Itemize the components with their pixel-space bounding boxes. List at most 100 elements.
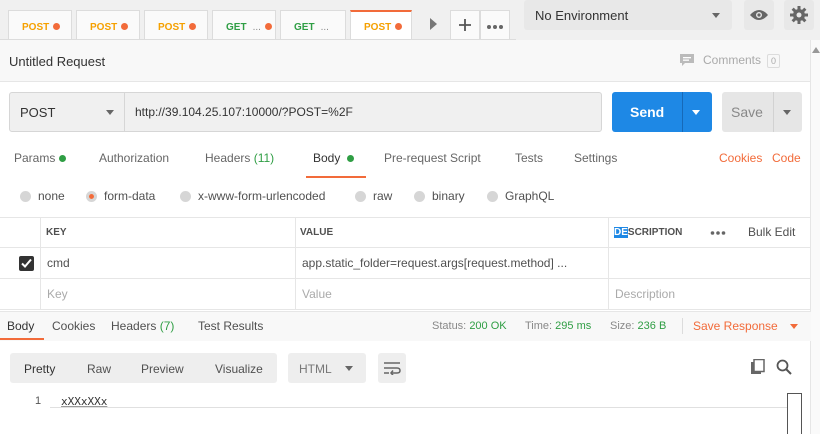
response-status: Status: 200 OK <box>432 320 507 332</box>
tab-options-button[interactable] <box>480 10 510 39</box>
comments-button[interactable]: Comments 0 <box>679 53 781 68</box>
request-title[interactable]: Untitled Request <box>9 54 105 69</box>
editor-scrollbar[interactable] <box>787 393 802 434</box>
url-value: http://39.104.25.107:10000/?POST=%2F <box>135 105 353 119</box>
column-divider <box>608 217 609 309</box>
separator <box>682 318 683 334</box>
response-tab-tests[interactable]: Test Results <box>198 319 263 333</box>
row-enabled-checkbox[interactable] <box>19 256 34 271</box>
environment-select[interactable]: No Environment <box>524 0 732 30</box>
request-tab-active[interactable]: POST <box>350 10 412 39</box>
active-tab-indicator <box>306 176 366 178</box>
new-tab-button[interactable] <box>450 10 480 39</box>
radio-label: x-www-form-urlencoded <box>198 189 326 203</box>
tab-pre-request-script[interactable]: Pre-request Script <box>384 151 481 165</box>
time-value: 295 ms <box>555 320 592 332</box>
scroll-tabs-right-button[interactable] <box>418 10 448 39</box>
body-type-binary[interactable]: binary <box>414 189 465 203</box>
url-input[interactable]: http://39.104.25.107:10000/?POST=%2F <box>124 92 602 132</box>
response-tab-cookies[interactable]: Cookies <box>52 319 95 333</box>
chevron-right-icon <box>430 18 437 30</box>
code-label: Code <box>772 151 801 165</box>
body-type-graphql[interactable]: GraphQL <box>487 189 554 203</box>
response-time: Time: 295 ms <box>525 320 591 332</box>
column-header-value: VALUE <box>300 227 334 238</box>
copy-response-button[interactable] <box>750 358 766 378</box>
body-type-none[interactable]: none <box>20 189 65 203</box>
method-select[interactable]: POST <box>9 92 125 132</box>
request-tab[interactable]: POST <box>8 10 72 39</box>
tab-params[interactable]: Params <box>14 151 67 165</box>
table-options-button[interactable] <box>710 225 726 239</box>
tab-headers[interactable]: Headers (11) <box>205 151 274 165</box>
tab-body-label: Body <box>313 151 341 165</box>
send-button[interactable]: Send <box>612 92 712 132</box>
tab-authorization[interactable]: Authorization <box>99 151 169 165</box>
search-icon <box>776 359 792 375</box>
manage-environments-button[interactable] <box>784 0 814 30</box>
view-preview[interactable]: Preview <box>141 362 184 376</box>
tab-tests[interactable]: Tests <box>515 151 543 165</box>
new-key-input[interactable]: Key <box>47 287 68 301</box>
save-label: Save <box>731 104 763 120</box>
view-visualize[interactable]: Visualize <box>215 362 263 376</box>
status-dot-icon <box>347 155 355 162</box>
tab-ellipsis: ... <box>252 22 261 33</box>
vertical-scrollbar[interactable] <box>810 40 820 434</box>
plus-icon <box>459 19 471 31</box>
chevron-down-icon[interactable] <box>783 110 791 115</box>
save-response-button[interactable]: Save Response <box>693 319 799 333</box>
tab-prerequest-label: Pre-request Script <box>384 151 481 165</box>
chevron-down-icon[interactable] <box>692 110 700 115</box>
param-value[interactable]: app.static_folder=request.args[request.m… <box>302 256 567 270</box>
body-type-raw[interactable]: raw <box>355 189 392 203</box>
tab-body[interactable]: Body <box>313 151 355 165</box>
body-type-form-data[interactable]: form-data <box>86 189 155 203</box>
table-divider <box>0 309 811 310</box>
new-description-input[interactable]: Description <box>615 287 675 301</box>
code-link[interactable]: Code <box>772 151 801 165</box>
format-select[interactable]: HTML <box>288 353 366 383</box>
request-tab[interactable]: GET... <box>212 10 276 39</box>
response-size: Size: 236 B <box>610 320 666 332</box>
search-response-button[interactable] <box>776 359 792 378</box>
tab-tests-label: Tests <box>515 151 544 165</box>
format-value: HTML <box>299 362 332 376</box>
tab-ellipsis: ... <box>320 22 329 33</box>
checkmark-icon <box>21 258 32 268</box>
bulk-edit-link[interactable]: Bulk Edit <box>748 225 795 239</box>
view-pretty[interactable]: Pretty <box>24 362 55 376</box>
body-type-urlencoded[interactable]: x-www-form-urlencoded <box>180 189 325 203</box>
send-label: Send <box>630 104 665 120</box>
tab-method: POST <box>158 22 186 33</box>
chevron-down-icon <box>345 366 353 371</box>
headers-count: (11) <box>253 151 275 165</box>
column-header-key: KEY <box>46 227 67 238</box>
tab-headers-label: Headers <box>205 151 251 165</box>
tab-settings[interactable]: Settings <box>574 151 617 165</box>
environment-quick-look-button[interactable] <box>744 0 774 30</box>
request-tab[interactable]: POST <box>144 10 208 39</box>
view-raw[interactable]: Raw <box>87 362 111 376</box>
response-tab-headers[interactable]: Headers (7) <box>111 319 174 333</box>
radio-label: raw <box>373 189 393 203</box>
param-key[interactable]: cmd <box>47 256 70 270</box>
radio-selected-icon <box>86 191 97 202</box>
tab-method: GET <box>226 22 247 33</box>
request-tab[interactable]: POST <box>76 10 140 39</box>
scroll-up-icon <box>812 47 820 53</box>
response-tab-body[interactable]: Body <box>7 319 34 333</box>
radio-icon <box>20 191 31 202</box>
tab-method: POST <box>22 22 50 33</box>
unsaved-dot-icon <box>53 23 61 30</box>
column-divider <box>295 217 296 309</box>
active-response-tab-indicator <box>0 338 44 340</box>
radio-icon <box>180 191 191 202</box>
unsaved-dot-icon <box>395 23 403 30</box>
save-button[interactable]: Save <box>722 92 802 132</box>
cookies-link[interactable]: Cookies <box>719 151 762 165</box>
new-value-input[interactable]: Value <box>302 287 332 301</box>
request-tab[interactable]: GET... <box>280 10 346 39</box>
wrap-lines-button[interactable] <box>378 353 406 383</box>
cookies-label: Cookies <box>719 151 763 165</box>
